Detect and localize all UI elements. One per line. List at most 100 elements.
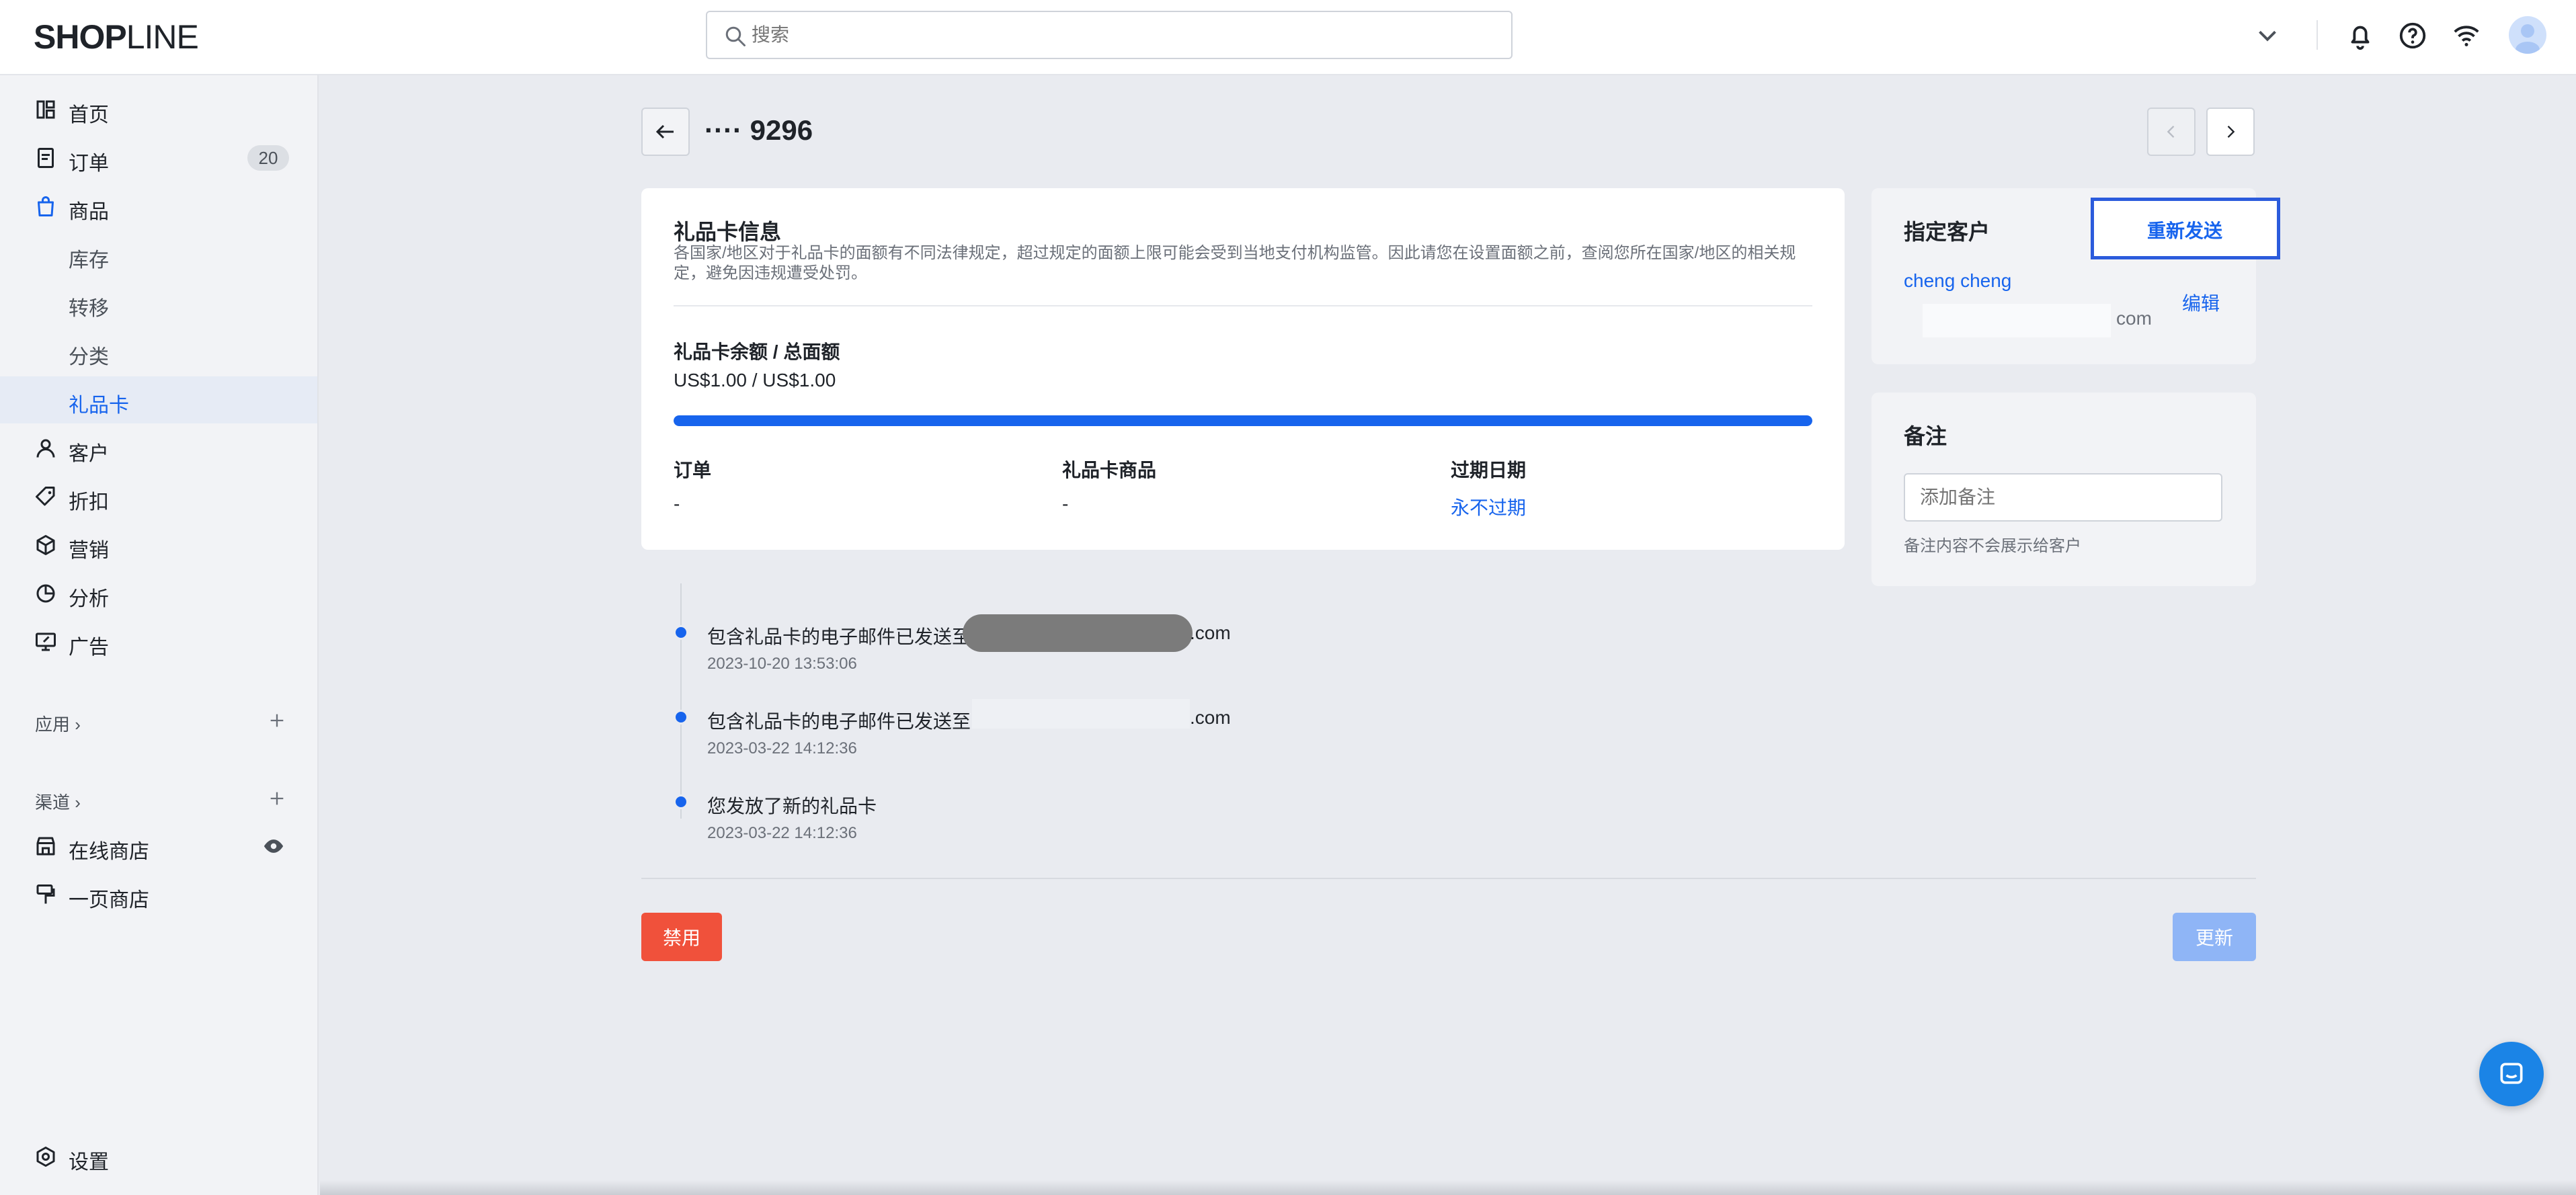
- balance-progress-bar: [674, 415, 1812, 426]
- notes-title: 备注: [1904, 424, 1947, 448]
- search-box[interactable]: [706, 11, 1513, 59]
- sidebar-item-label: 营销: [69, 540, 109, 562]
- wifi-icon[interactable]: [2451, 20, 2482, 51]
- channels-section-label[interactable]: 渠道 ›: [35, 789, 81, 814]
- sidebar-item-label: 礼品卡: [69, 395, 129, 417]
- customer-name-link[interactable]: cheng cheng: [1904, 270, 2011, 292]
- top-bar: SHOPLINE: [0, 0, 2576, 75]
- sidebar-item-marketing[interactable]: 营销: [0, 522, 317, 569]
- timeline-email-suffix: .com: [1190, 622, 1231, 643]
- avatar[interactable]: [2509, 16, 2546, 54]
- products-bag-icon: [38, 196, 54, 216]
- sidebar-item-label: 订单: [69, 153, 109, 175]
- orders-icon: [38, 148, 54, 168]
- timeline-event-text: 您发放了新的礼品卡: [707, 796, 877, 817]
- search-input[interactable]: [752, 20, 1491, 50]
- chevron-down-icon[interactable]: [2252, 20, 2283, 51]
- sidebar-item-gift-cards[interactable]: 礼品卡: [0, 376, 317, 423]
- assigned-customer-title: 指定客户: [1904, 220, 1990, 244]
- redacted-email: [972, 699, 1190, 729]
- sidebar-item-label: 广告: [69, 636, 109, 659]
- tag-icon: [36, 487, 55, 506]
- ads-icon: [36, 632, 56, 651]
- timeline-event-text: 包含礼品卡的电子邮件已发送至: [707, 711, 971, 732]
- order-label: 订单: [674, 460, 712, 481]
- chevron-right-icon: [2227, 126, 2235, 138]
- timeline-dot: [674, 710, 688, 725]
- sidebar-item-settings[interactable]: 设置: [0, 1133, 317, 1180]
- orders-count-badge: 20: [247, 145, 289, 171]
- gift-card-notice: 各国家/地区对于礼品卡的面额有不同法律规定，超过规定的面额上限可能会受到当地支付…: [674, 244, 1796, 282]
- sidebar-item-label: 一页商店: [69, 889, 149, 911]
- marketing-icon: [36, 535, 55, 555]
- one-page-store-icon: [36, 884, 55, 904]
- page-title: ···· 9296: [705, 114, 813, 146]
- gift-card-info-card: [641, 188, 1845, 550]
- gift-card-product-value: -: [1062, 493, 1069, 514]
- timeline-dot: [674, 794, 688, 809]
- sidebar-item-discounts[interactable]: 折扣: [0, 473, 317, 520]
- chat-icon: [2500, 1063, 2523, 1084]
- timeline-email-suffix: .com: [1190, 707, 1231, 728]
- footer-divider: [641, 878, 2256, 879]
- customer-icon: [36, 439, 55, 458]
- order-value: -: [674, 493, 680, 514]
- sidebar-item-label: 商品: [69, 201, 109, 223]
- sidebar-item-products[interactable]: 商品: [0, 183, 317, 230]
- disable-button[interactable]: 禁用: [641, 913, 722, 961]
- update-button[interactable]: 更新: [2173, 913, 2256, 961]
- timeline-event-text: 包含礼品卡的电子邮件已发送至: [707, 626, 971, 647]
- sidebar-item-home[interactable]: 首页: [0, 86, 317, 133]
- add-app-plus-icon[interactable]: [268, 711, 286, 730]
- sidebar-item-inventory[interactable]: 库存: [0, 231, 317, 278]
- notes-input[interactable]: [1904, 473, 2222, 522]
- help-icon[interactable]: [2397, 20, 2428, 51]
- sidebar: 首页 订单 20 商品 库存 转移 分类 礼品卡 客户 折扣 营销 分析 广告 …: [0, 75, 319, 1195]
- settings-icon: [36, 1147, 55, 1167]
- top-divider: [2317, 20, 2318, 50]
- timeline-timestamp: 2023-10-20 13:53:06: [707, 655, 857, 673]
- sidebar-item-label: 首页: [69, 104, 109, 126]
- store-icon: [36, 837, 55, 856]
- previous-button[interactable]: [2147, 108, 2196, 156]
- user-avatar-icon: [2515, 24, 2540, 54]
- apps-section-label[interactable]: 应用 ›: [35, 711, 81, 736]
- sidebar-item-ads[interactable]: 广告: [0, 618, 317, 665]
- bottom-edge: [320, 1180, 2576, 1195]
- expiry-value-link[interactable]: 永不过期: [1451, 493, 1526, 520]
- back-button[interactable]: [641, 108, 690, 156]
- sidebar-item-transfers[interactable]: 转移: [0, 280, 317, 327]
- sidebar-item-customers[interactable]: 客户: [0, 425, 317, 472]
- timeline-line: [680, 583, 682, 819]
- bell-icon[interactable]: [2345, 20, 2376, 51]
- divider: [674, 305, 1812, 306]
- sidebar-item-analytics[interactable]: 分析: [0, 570, 317, 617]
- search-icon: [725, 26, 746, 46]
- shopline-logo[interactable]: SHOPLINE: [34, 17, 199, 56]
- edit-customer-link[interactable]: 编辑: [2182, 289, 2220, 316]
- sidebar-item-online-store[interactable]: 在线商店: [0, 823, 317, 870]
- balance-value: US$1.00 / US$1.00: [674, 370, 836, 390]
- sidebar-item-label: 在线商店: [69, 841, 149, 863]
- notes-hint: 备注内容不会展示给客户: [1904, 537, 2081, 555]
- sidebar-item-label: 折扣: [69, 491, 109, 513]
- balance-label: 礼品卡余额 / 总面额: [674, 341, 840, 362]
- sidebar-item-categories[interactable]: 分类: [0, 328, 317, 375]
- timeline-timestamp: 2023-03-22 14:12:36: [707, 739, 857, 757]
- redacted-email: [1923, 304, 2111, 337]
- analytics-icon: [36, 584, 55, 603]
- sidebar-item-label: 客户: [69, 443, 109, 465]
- gift-card-product-label: 礼品卡商品: [1062, 460, 1157, 481]
- sidebar-item-one-page-store[interactable]: 一页商店: [0, 871, 317, 918]
- sidebar-item-orders[interactable]: 订单 20: [0, 134, 317, 181]
- arrow-left-icon: [655, 124, 674, 139]
- gift-card-info-title: 礼品卡信息: [674, 220, 782, 244]
- sidebar-item-label: 分析: [69, 588, 109, 610]
- eye-icon[interactable]: [262, 835, 285, 858]
- chat-button[interactable]: [2479, 1042, 2544, 1106]
- expiry-label: 过期日期: [1451, 460, 1527, 481]
- sidebar-item-label: 转移: [69, 298, 109, 320]
- add-channel-plus-icon[interactable]: [268, 789, 286, 808]
- resend-label: 重新发送: [2147, 220, 2223, 241]
- next-button[interactable]: [2206, 108, 2255, 156]
